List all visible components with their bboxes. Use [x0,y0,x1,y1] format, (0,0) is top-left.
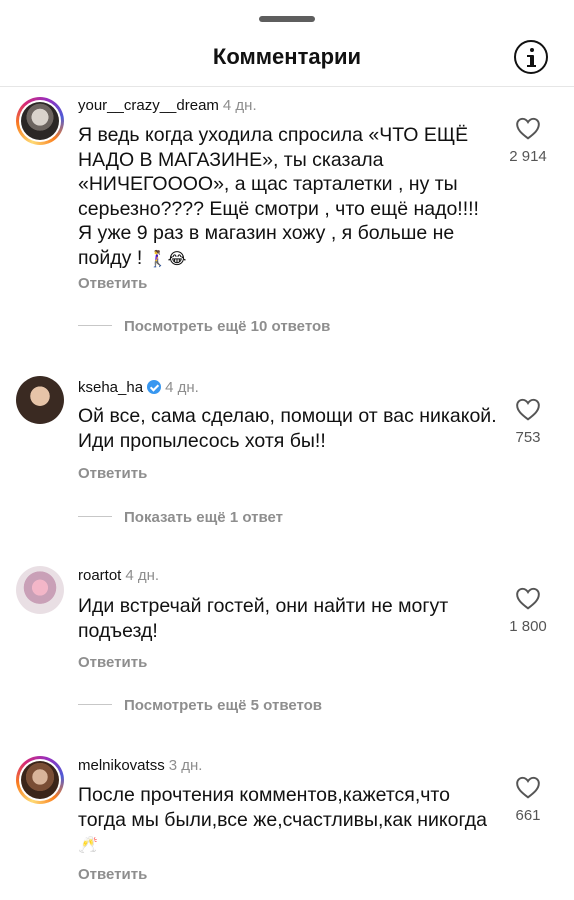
sheet-header: Комментарии [0,30,574,86]
comment-username[interactable]: roartot [78,567,121,584]
like-count: 753 [515,429,541,446]
comment-body: После прочтения комментов,кажется,что то… [78,784,487,831]
header-divider [0,86,574,87]
comment-text: Иди встречай гостей, они найти не могут … [78,594,498,643]
comment-age: 4 дн. [125,567,160,584]
view-more-replies[interactable]: Посмотреть ещё 5 ответов [78,697,322,714]
comment-text: После прочтения комментов,кажется,что то… [78,783,498,859]
heart-outline-icon [516,398,540,421]
comment-meta: kseha_ha 4 дн. [78,378,199,396]
comment-age: 3 дн. [168,757,203,774]
like-count: 1 800 [509,618,547,635]
heart-outline-icon [516,776,540,799]
like-count: 661 [515,807,541,824]
page-title: Комментарии [212,44,362,69]
comment-username[interactable]: kseha_ha [78,379,143,396]
comment-meta: your__crazy__dream 4 дн. [78,97,257,114]
comment-username[interactable]: melnikovatss [78,757,165,774]
comment-body: Ой все, сама сделаю, помощи от вас никак… [78,405,497,452]
verified-badge-icon [147,380,162,394]
heart-outline-icon [516,117,540,140]
reply-button[interactable]: Ответить [78,866,147,883]
like-button[interactable]: 661 [500,775,556,824]
comment-text: Ой все, сама сделаю, помощи от вас никак… [78,404,498,453]
avatar[interactable] [16,566,64,614]
comment-age: 4 дн. [222,97,257,114]
comments-sheet: Комментарии your__crazy__dream 4 дн. Я ве… [0,0,574,900]
comment-body: Я ведь когда уходила спросила «ЧТО ЕЩЁ Н… [78,124,479,269]
comment-emoji: 🥂 [78,837,98,854]
reply-button[interactable]: Ответить [78,275,147,292]
comment-emoji: 🚶‍♀️😂 [147,250,187,268]
info-icon[interactable] [514,40,548,74]
avatar[interactable] [16,97,64,145]
comment-text: Я ведь когда уходила спросила «ЧТО ЕЩЁ Н… [78,123,498,272]
avatar[interactable] [16,376,64,424]
like-count: 2 914 [509,148,547,165]
comment-meta: roartot 4 дн. [78,567,159,584]
avatar[interactable] [16,756,64,804]
comment-body: Иди встречай гостей, они найти не могут … [78,595,449,642]
like-button[interactable]: 2 914 [500,116,556,165]
comment-age: 4 дн. [165,379,199,396]
comment-meta: melnikovatss 3 дн. [78,757,202,774]
sheet-drag-handle[interactable] [259,16,315,22]
comment-username[interactable]: your__crazy__dream [78,97,219,114]
reply-button[interactable]: Ответить [78,654,147,671]
view-more-replies[interactable]: Показать ещё 1 ответ [78,509,283,526]
like-button[interactable]: 1 800 [500,586,556,635]
heart-outline-icon [516,587,540,610]
view-more-replies[interactable]: Посмотреть ещё 10 ответов [78,318,330,335]
like-button[interactable]: 753 [500,397,556,446]
reply-button[interactable]: Ответить [78,465,147,482]
